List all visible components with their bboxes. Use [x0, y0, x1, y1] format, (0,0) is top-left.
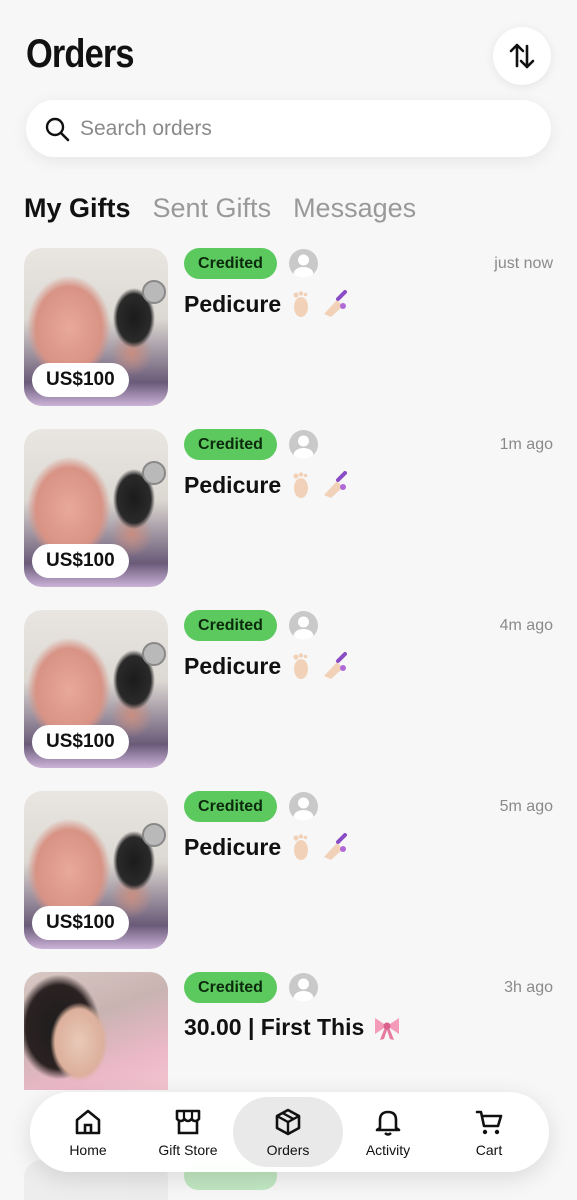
nav-activity[interactable]: Activity: [336, 1092, 440, 1172]
bell-icon: [375, 1110, 401, 1136]
order-name: Pedicure: [184, 471, 351, 499]
nail-polish-icon: [321, 290, 351, 318]
sort-button[interactable]: [493, 27, 551, 85]
store-icon: [175, 1109, 201, 1134]
user-icon: [293, 616, 314, 640]
nail-polish-icon: [321, 471, 351, 499]
order-name-text: Pedicure: [184, 471, 282, 498]
tab-messages[interactable]: Messages: [293, 193, 416, 224]
tab-sent-gifts[interactable]: Sent Gifts: [153, 193, 272, 224]
price-tag: US$100: [32, 906, 129, 940]
order-name-text: 30.00 | First This: [184, 1014, 365, 1040]
order-name-text: Pedicure: [184, 290, 282, 317]
order-time: 5m ago: [499, 798, 553, 815]
order-name-text: Pedicure: [184, 833, 282, 860]
nail-polish-icon: [321, 833, 351, 861]
price-tag: US$100: [32, 544, 129, 578]
order-thumbnail: US$100: [24, 610, 168, 768]
order-time: 1m ago: [499, 436, 553, 453]
status-badge: Credited: [184, 429, 277, 460]
user-icon: [293, 254, 314, 278]
search-bar[interactable]: [26, 100, 551, 157]
nav-gift-store[interactable]: Gift Store: [136, 1092, 240, 1172]
search-input[interactable]: [80, 116, 500, 141]
status-badge: Credited: [184, 248, 277, 279]
order-thumbnail: US$100: [24, 429, 168, 587]
order-name: 30.00 | First This: [184, 1014, 402, 1041]
user-icon: [293, 797, 314, 821]
nav-cart-label: Cart: [475, 1141, 503, 1158]
ribbon-icon: [372, 1015, 402, 1041]
foot-icon: [289, 471, 313, 499]
avatar: [289, 430, 318, 459]
status-badge: Credited: [184, 610, 277, 641]
nav-cart[interactable]: Cart: [437, 1092, 541, 1172]
status-badge: Credited: [184, 972, 277, 1003]
order-name: Pedicure: [184, 833, 351, 861]
avatar: [289, 249, 318, 278]
order-thumbnail: [24, 972, 168, 1090]
order-time: just now: [494, 255, 553, 272]
tab-bar: My Gifts Sent Gifts Messages: [24, 193, 416, 224]
user-icon: [293, 978, 314, 1002]
price-tag: US$100: [32, 363, 129, 397]
order-name: Pedicure: [184, 652, 351, 680]
search-icon: [45, 117, 70, 141]
order-name: Pedicure: [184, 290, 351, 318]
bottom-nav: Home Gift Store Orders Activity Cart: [30, 1092, 549, 1172]
order-thumbnail: US$100: [24, 791, 168, 949]
page-title: Orders: [26, 32, 135, 76]
nail-polish-icon: [321, 652, 351, 680]
nav-gift-store-label: Gift Store: [158, 1141, 218, 1158]
status-badge: Credited: [184, 791, 277, 822]
nav-orders[interactable]: Orders: [233, 1097, 343, 1167]
order-item[interactable]: Credited 3h ago 30.00 | First This: [0, 972, 577, 1092]
price-tag: US$100: [32, 725, 129, 759]
order-item[interactable]: US$100 Credited 4m ago Pedicure: [0, 610, 577, 770]
order-name-text: Pedicure: [184, 652, 282, 679]
foot-icon: [289, 652, 313, 680]
order-time: 4m ago: [499, 617, 553, 634]
order-time: 3h ago: [504, 979, 553, 996]
user-icon: [293, 435, 314, 459]
order-thumbnail: US$100: [24, 248, 168, 406]
home-icon: [75, 1109, 101, 1134]
box-icon: [275, 1108, 301, 1135]
foot-icon: [289, 833, 313, 861]
sort-arrows-icon: [509, 43, 535, 69]
tab-my-gifts[interactable]: My Gifts: [24, 193, 131, 224]
cart-icon: [475, 1110, 503, 1134]
avatar: [289, 792, 318, 821]
nav-orders-label: Orders: [266, 1141, 310, 1158]
avatar: [289, 973, 318, 1002]
avatar: [289, 611, 318, 640]
nav-home[interactable]: Home: [36, 1092, 140, 1172]
nav-activity-label: Activity: [365, 1141, 411, 1158]
order-item[interactable]: US$100 Credited 5m ago Pedicure: [0, 791, 577, 951]
order-item[interactable]: US$100 Credited just now Pedicure: [0, 248, 577, 408]
foot-icon: [289, 290, 313, 318]
order-item[interactable]: US$100 Credited 1m ago Pedicure: [0, 429, 577, 589]
nav-home-label: Home: [69, 1141, 107, 1158]
header: Orders: [0, 0, 577, 90]
